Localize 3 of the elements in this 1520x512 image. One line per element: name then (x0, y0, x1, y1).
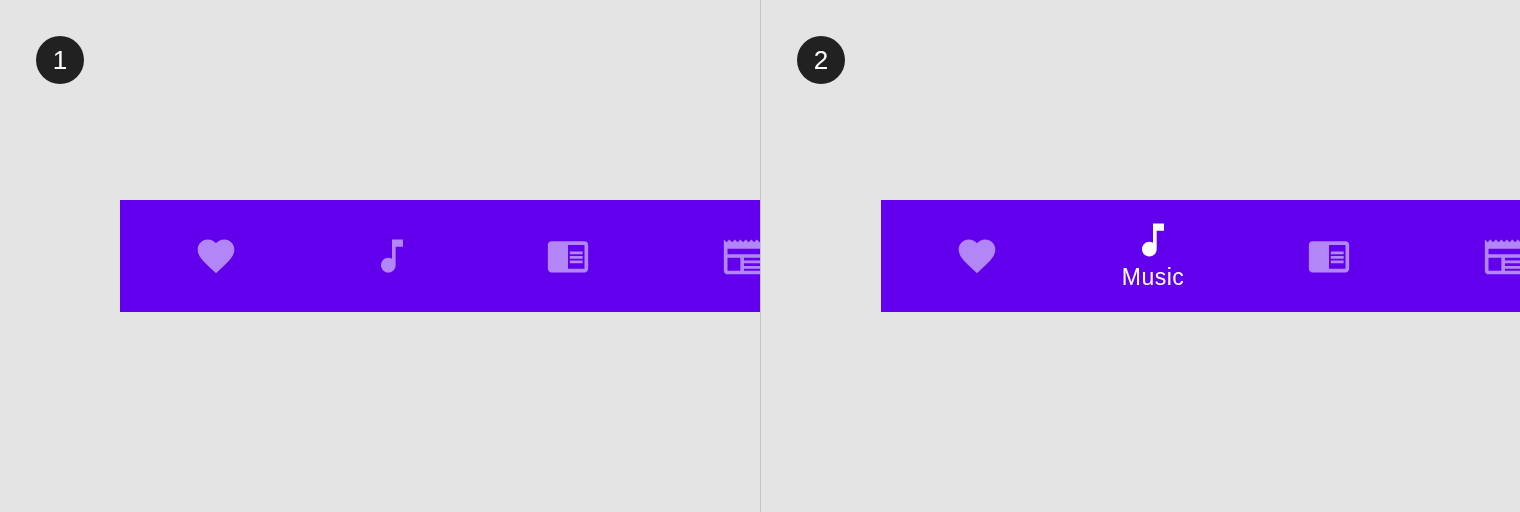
step-number-badge: 2 (797, 36, 845, 84)
step-number-badge: 1 (36, 36, 84, 84)
nav-item[interactable]: Music (1065, 200, 1241, 312)
